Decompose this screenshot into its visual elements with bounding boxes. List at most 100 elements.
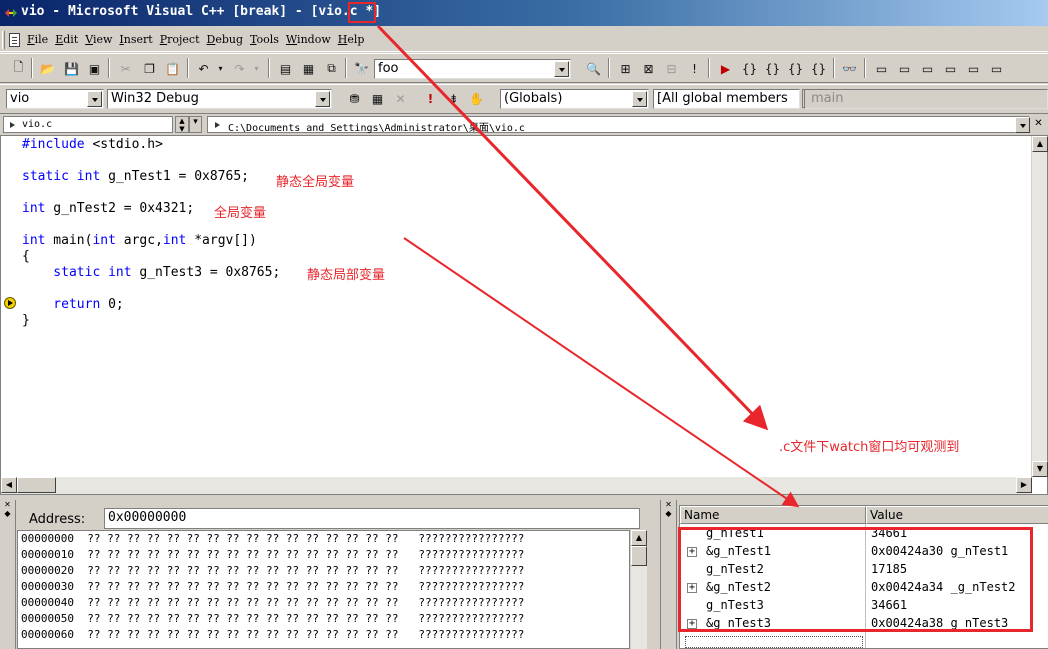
editor-vertical-scrollbar[interactable]: ▲ ▼	[1031, 136, 1048, 477]
watch-value-header[interactable]: Value	[866, 506, 1048, 524]
find-in-files-icon[interactable]: 🔭	[352, 59, 371, 78]
menu-items: File Edit View Insert Project Debug Tool…	[27, 33, 371, 46]
compile-icon[interactable]: ⊞	[616, 59, 635, 78]
step-over-icon[interactable]: {}	[763, 59, 782, 78]
watch-highlight-box	[678, 527, 1033, 632]
file-spin-button[interactable]: ▲ ▼	[175, 116, 189, 133]
menu-grip[interactable]	[2, 31, 5, 49]
note-global: 全局变量	[214, 206, 267, 221]
new-file-icon[interactable]: 🗋	[9, 59, 28, 78]
find-icon[interactable]: 🔍	[584, 59, 603, 78]
breakpoint-hand-icon[interactable]: ✋	[467, 89, 486, 108]
code-line: static int g_nTest1 = 0x8765;	[22, 169, 249, 184]
memory-vertical-scrollbar[interactable]: ▲	[631, 530, 647, 649]
menu-file[interactable]: File	[27, 33, 48, 46]
watch-window-icon[interactable]: ▭	[872, 59, 891, 78]
step-out-icon[interactable]: {}	[786, 59, 805, 78]
separator	[345, 58, 347, 78]
watch-dock-handle[interactable]: ✕ ◆	[661, 500, 677, 649]
code-line: #include <stdio.h>	[22, 137, 163, 152]
address-input[interactable]: 0x00000000	[104, 508, 640, 529]
stop-build-icon[interactable]: ⊟	[662, 59, 681, 78]
registers-window-icon[interactable]: ▭	[918, 59, 937, 78]
menu-debug[interactable]: Debug	[207, 33, 244, 46]
config-combo[interactable]: Win32 Debug	[107, 89, 332, 109]
scroll-down-icon[interactable]: ▼	[1032, 461, 1048, 477]
menu-project[interactable]: Project	[160, 33, 200, 46]
path-dropdown[interactable]	[1015, 117, 1030, 133]
build-icon[interactable]: ⊠	[639, 59, 658, 78]
file-path-field[interactable]: C:\Documents and Settings\Administrator\…	[207, 116, 1029, 134]
variables-window-icon[interactable]: ▭	[895, 59, 914, 78]
copy-icon[interactable]: ❐	[140, 59, 159, 78]
scope-combo[interactable]: (Globals)	[500, 89, 649, 109]
code-line: }	[22, 313, 30, 328]
menu-edit[interactable]: Edit	[55, 33, 78, 46]
open-folder-icon[interactable]: 📂	[38, 59, 57, 78]
memory-scroll-up-icon[interactable]: ▲	[631, 530, 647, 546]
file-dropdown-button[interactable]: ▾	[189, 116, 202, 133]
file-path-bar: vio.c ▲ ▼ ▾ C:\Documents and Settings\Adm…	[0, 114, 1048, 134]
memory-window-icon[interactable]: ▭	[941, 59, 960, 78]
menu-help[interactable]: Help	[338, 33, 365, 46]
memory-row: 00000000 ?? ?? ?? ?? ?? ?? ?? ?? ?? ?? ?…	[21, 532, 525, 545]
cut-icon[interactable]: ✂	[116, 59, 135, 78]
config-combo-dropdown[interactable]	[315, 91, 330, 107]
watch-new-entry[interactable]	[685, 636, 863, 648]
save-icon[interactable]: 💾	[62, 59, 81, 78]
code-line: static int g_nTest3 = 0x8765;	[22, 265, 281, 280]
memory-row: 00000020 ?? ?? ?? ?? ?? ?? ?? ?? ?? ?? ?…	[21, 564, 525, 577]
separator	[708, 58, 710, 78]
output-icon[interactable]: ▦	[299, 59, 318, 78]
close-file-icon[interactable]: ✕	[1031, 116, 1046, 132]
scroll-up-icon[interactable]: ▲	[1032, 136, 1048, 152]
function-combo[interactable]: main	[804, 89, 1048, 109]
members-combo[interactable]: [All global members	[653, 89, 800, 109]
scope-combo-dropdown[interactable]	[632, 91, 647, 107]
project-combo[interactable]: vio	[6, 89, 104, 109]
execute-program-icon[interactable]: !	[421, 89, 440, 108]
workspace-icon[interactable]: ▤	[276, 59, 295, 78]
save-all-icon[interactable]: ▣	[85, 59, 104, 78]
paste-icon[interactable]: 📋	[163, 59, 182, 78]
scroll-left-icon[interactable]: ◀	[1, 477, 17, 493]
compile-file-icon[interactable]: ⛃	[345, 89, 364, 108]
step-into-icon[interactable]: {}	[740, 59, 759, 78]
run-to-cursor-icon[interactable]: {}	[809, 59, 828, 78]
redo-dropdown-icon[interactable]: ▾	[247, 59, 266, 78]
horizontal-scroll-thumb[interactable]	[17, 477, 56, 493]
go-debug-icon[interactable]: ⇟	[444, 89, 463, 108]
memory-scroll-thumb[interactable]	[631, 546, 647, 566]
menu-tools[interactable]: Tools	[250, 33, 279, 46]
file-tab-combo[interactable]: vio.c	[3, 116, 173, 133]
go-icon[interactable]: ▶	[716, 59, 735, 78]
call-stack-window-icon[interactable]: ▭	[964, 59, 983, 78]
find-combo[interactable]: foo	[374, 59, 571, 79]
scroll-right-icon[interactable]: ▶	[1016, 477, 1032, 493]
find-combo-dropdown[interactable]	[554, 61, 569, 77]
stop-icon[interactable]: ✕	[391, 89, 410, 108]
disassembly-window-icon[interactable]: ▭	[987, 59, 1006, 78]
extension-highlight-box	[348, 2, 376, 23]
build-project-icon[interactable]: ▦	[368, 89, 387, 108]
document-icon[interactable]	[9, 33, 20, 47]
quickwatch-icon[interactable]: 👓	[840, 59, 859, 78]
window-list-icon[interactable]: ⧉	[322, 59, 341, 78]
note-static-local: 静态局部变量	[307, 268, 386, 283]
memory-grid[interactable]: 00000000 ?? ?? ?? ?? ?? ?? ?? ?? ?? ?? ?…	[17, 530, 630, 649]
current-line-arrow-icon	[4, 297, 16, 309]
separator	[31, 58, 33, 78]
watch-name-header[interactable]: Name	[680, 506, 866, 524]
code-line: return 0;	[22, 297, 124, 312]
memory-dock-handle[interactable]: ✕ ◆	[0, 500, 16, 649]
separator	[187, 58, 189, 78]
undo-dropdown-icon[interactable]: ▾	[211, 59, 230, 78]
standard-toolbar: 🗋 📂 💾 ▣ ✂ ❐ 📋 ↶ ▾ ↷ ▾ ▤ ▦ ⧉ 🔭 foo 🔍 ⊞ ⊠ …	[0, 53, 1048, 83]
editor-horizontal-scrollbar[interactable]: ◀ ▶	[1, 477, 1032, 494]
menu-insert[interactable]: Insert	[119, 33, 152, 46]
project-combo-dropdown[interactable]	[87, 91, 102, 107]
execute-icon[interactable]: !	[685, 59, 704, 78]
menu-view[interactable]: View	[85, 33, 112, 46]
memory-window: ✕ ◆ Address: 0x00000000 00000000 ?? ?? ??…	[0, 500, 656, 649]
menu-window[interactable]: Window	[286, 33, 331, 46]
